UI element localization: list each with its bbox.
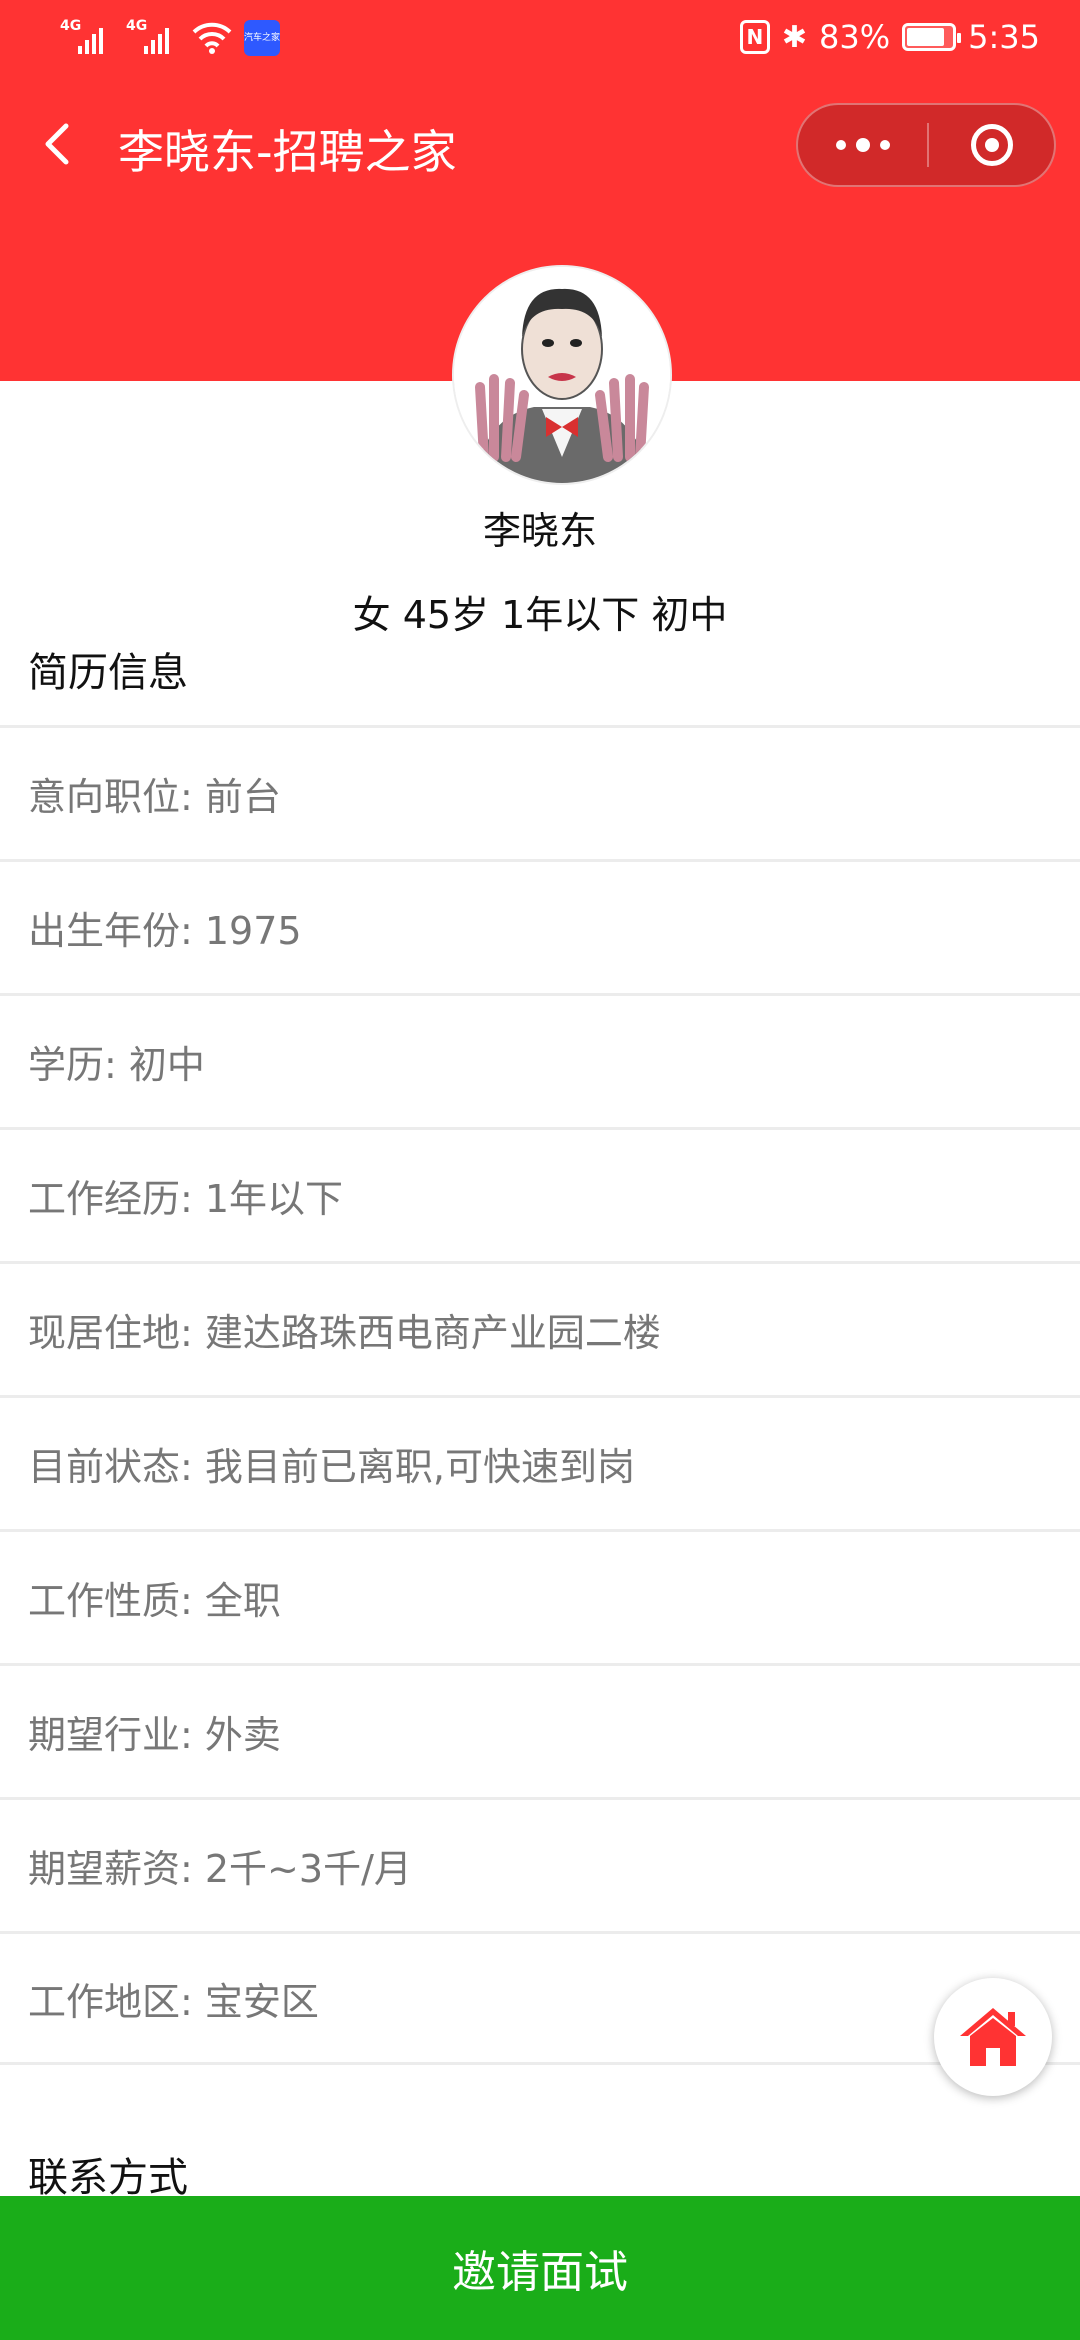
battery-percent: 83% bbox=[819, 18, 891, 56]
back-arrow-icon[interactable] bbox=[36, 120, 84, 168]
battery-icon bbox=[902, 23, 962, 51]
info-row-education: 学历: 初中 bbox=[0, 993, 1080, 1127]
nfc-icon: N bbox=[739, 20, 770, 54]
info-row-address: 现居住地: 建达路珠西电商产业园二楼 bbox=[0, 1261, 1080, 1395]
info-row-position: 意向职位: 前台 bbox=[0, 725, 1080, 859]
miniprogram-capsule bbox=[796, 103, 1056, 187]
info-row-birth-year: 出生年份: 1975 bbox=[0, 859, 1080, 993]
more-menu-button[interactable] bbox=[798, 105, 928, 185]
status-left: 4G 4G 汽车之家 bbox=[60, 18, 280, 58]
clock: 5:35 bbox=[968, 18, 1040, 56]
info-row-industry: 期望行业: 外卖 bbox=[0, 1663, 1080, 1797]
resume-info-list: 意向职位: 前台 出生年份: 1975 学历: 初中 工作经历: 1年以下 现居… bbox=[0, 725, 1080, 2065]
home-button[interactable] bbox=[934, 1978, 1052, 2096]
info-row-job-type: 工作性质: 全职 bbox=[0, 1529, 1080, 1663]
info-row-status: 目前状态: 我目前已离职,可快速到岗 bbox=[0, 1395, 1080, 1529]
app-badge-text: 汽车之家 bbox=[244, 33, 281, 43]
bluetooth-icon: ✱ bbox=[781, 19, 808, 55]
info-row-salary: 期望薪资: 2千~3千/月 bbox=[0, 1797, 1080, 1931]
invite-interview-button[interactable]: 邀请面试 bbox=[0, 2196, 1080, 2340]
wifi-icon bbox=[192, 22, 232, 54]
resume-section-title: 简历信息 bbox=[28, 650, 188, 696]
status-bar: 4G 4G 汽车之家 N ✱ 83% 5:35 bbox=[0, 0, 1080, 80]
page-title: 李晓东-招聘之家 bbox=[118, 125, 457, 179]
contact-section-title: 联系方式 bbox=[28, 2155, 188, 2201]
cellular-signal-icon: 4G bbox=[60, 18, 114, 58]
candidate-summary: 女 45岁 1年以下 初中 bbox=[352, 593, 728, 637]
candidate-name: 李晓东 bbox=[482, 509, 597, 553]
info-row-work-area: 工作地区: 宝安区 bbox=[0, 1931, 1080, 2065]
status-right: N ✱ 83% 5:35 bbox=[739, 18, 1040, 56]
avatar bbox=[452, 265, 672, 485]
target-icon bbox=[971, 124, 1013, 166]
home-icon bbox=[960, 2008, 1026, 2066]
app-notification-icon: 汽车之家 bbox=[244, 20, 280, 56]
info-row-experience: 工作经历: 1年以下 bbox=[0, 1127, 1080, 1261]
cellular-signal-icon-2: 4G bbox=[126, 18, 180, 58]
navigation-bar: 李晓东-招聘之家 bbox=[0, 100, 1080, 190]
avatar-illustration bbox=[454, 267, 670, 483]
close-miniprogram-button[interactable] bbox=[928, 105, 1056, 185]
